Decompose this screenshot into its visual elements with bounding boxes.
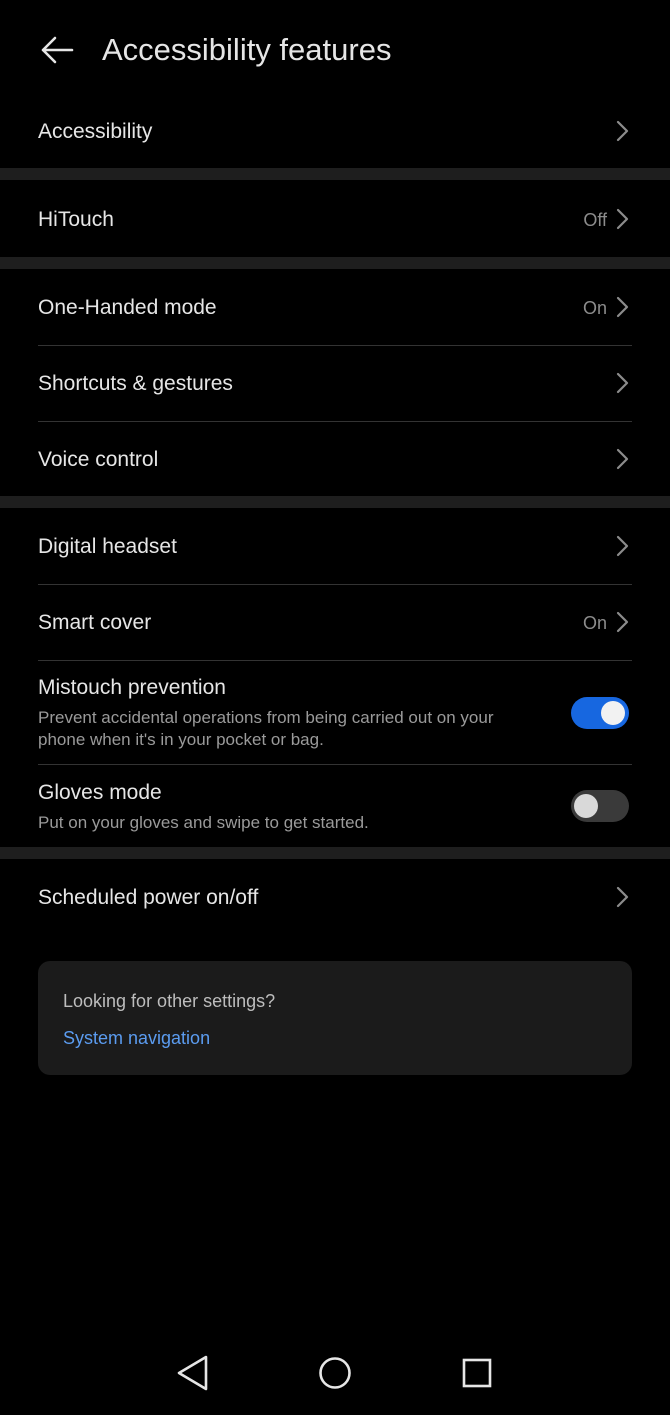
row-label: Accessibility bbox=[38, 120, 153, 143]
section-separator bbox=[0, 168, 670, 180]
row-description: Put on your gloves and swipe to get star… bbox=[38, 813, 369, 832]
back-button[interactable] bbox=[30, 22, 86, 78]
setting-row-one-handed-mode[interactable]: One-Handed mode On bbox=[0, 269, 670, 345]
row-label: One-Handed mode bbox=[38, 296, 217, 319]
chevron-right-icon bbox=[616, 120, 629, 142]
section-separator bbox=[0, 847, 670, 859]
toggle-knob bbox=[601, 701, 625, 725]
mistouch-toggle[interactable] bbox=[571, 697, 629, 729]
gloves-mode-toggle[interactable] bbox=[571, 790, 629, 822]
nav-recents-button[interactable] bbox=[447, 1335, 507, 1410]
setting-row-smart-cover[interactable]: Smart cover On bbox=[0, 585, 670, 660]
chevron-right-icon bbox=[616, 208, 629, 230]
setting-row-voice-control[interactable]: Voice control bbox=[0, 422, 670, 496]
row-label: Shortcuts & gestures bbox=[38, 372, 233, 395]
setting-row-hitouch[interactable]: HiTouch Off bbox=[0, 180, 670, 257]
chevron-right-icon bbox=[616, 535, 629, 557]
row-label: Digital headset bbox=[38, 535, 177, 558]
setting-row-accessibility[interactable]: Accessibility bbox=[0, 100, 670, 168]
chevron-right-icon bbox=[616, 448, 629, 470]
toggle-knob bbox=[574, 794, 598, 818]
chevron-right-icon bbox=[616, 611, 629, 633]
other-settings-card: Looking for other settings? System navig… bbox=[38, 961, 632, 1075]
row-label: Voice control bbox=[38, 448, 159, 471]
row-label: Mistouch prevention bbox=[38, 676, 226, 699]
setting-row-shortcuts-gestures[interactable]: Shortcuts & gestures bbox=[0, 346, 670, 421]
row-label: Scheduled power on/off bbox=[38, 886, 259, 909]
section-separator bbox=[0, 496, 670, 508]
row-label: Gloves mode bbox=[38, 781, 162, 804]
page-title: Accessibility features bbox=[102, 32, 392, 67]
nav-home-button[interactable] bbox=[305, 1335, 365, 1410]
row-value: On bbox=[582, 298, 607, 318]
nav-home-icon bbox=[319, 1357, 351, 1389]
row-value: On bbox=[582, 613, 607, 633]
chevron-right-icon bbox=[616, 886, 629, 908]
row-description: Prevent accidental operations from being… bbox=[38, 708, 494, 727]
row-description: phone when it's in your pocket or bag. bbox=[38, 730, 324, 749]
row-label: Smart cover bbox=[38, 611, 152, 634]
setting-row-mistouch-prevention[interactable]: Mistouch prevention Prevent accidental o… bbox=[0, 661, 670, 764]
nav-recents-icon bbox=[462, 1358, 492, 1388]
system-nav-bar bbox=[0, 1335, 670, 1410]
nav-back-button[interactable] bbox=[162, 1335, 222, 1410]
setting-row-gloves-mode[interactable]: Gloves mode Put on your gloves and swipe… bbox=[0, 765, 670, 847]
app-header: Accessibility features bbox=[0, 0, 670, 100]
row-value: Off bbox=[583, 210, 607, 230]
section-separator bbox=[0, 257, 670, 269]
nav-back-icon bbox=[177, 1355, 208, 1391]
chevron-right-icon bbox=[616, 372, 629, 394]
card-question: Looking for other settings? bbox=[63, 991, 276, 1011]
arrow-left-icon bbox=[41, 36, 74, 64]
row-label: HiTouch bbox=[38, 208, 114, 231]
chevron-right-icon bbox=[616, 296, 629, 318]
setting-row-scheduled-power[interactable]: Scheduled power on/off bbox=[0, 859, 670, 937]
setting-row-digital-headset[interactable]: Digital headset bbox=[0, 508, 670, 584]
system-navigation-link[interactable]: System navigation bbox=[63, 1026, 210, 1050]
